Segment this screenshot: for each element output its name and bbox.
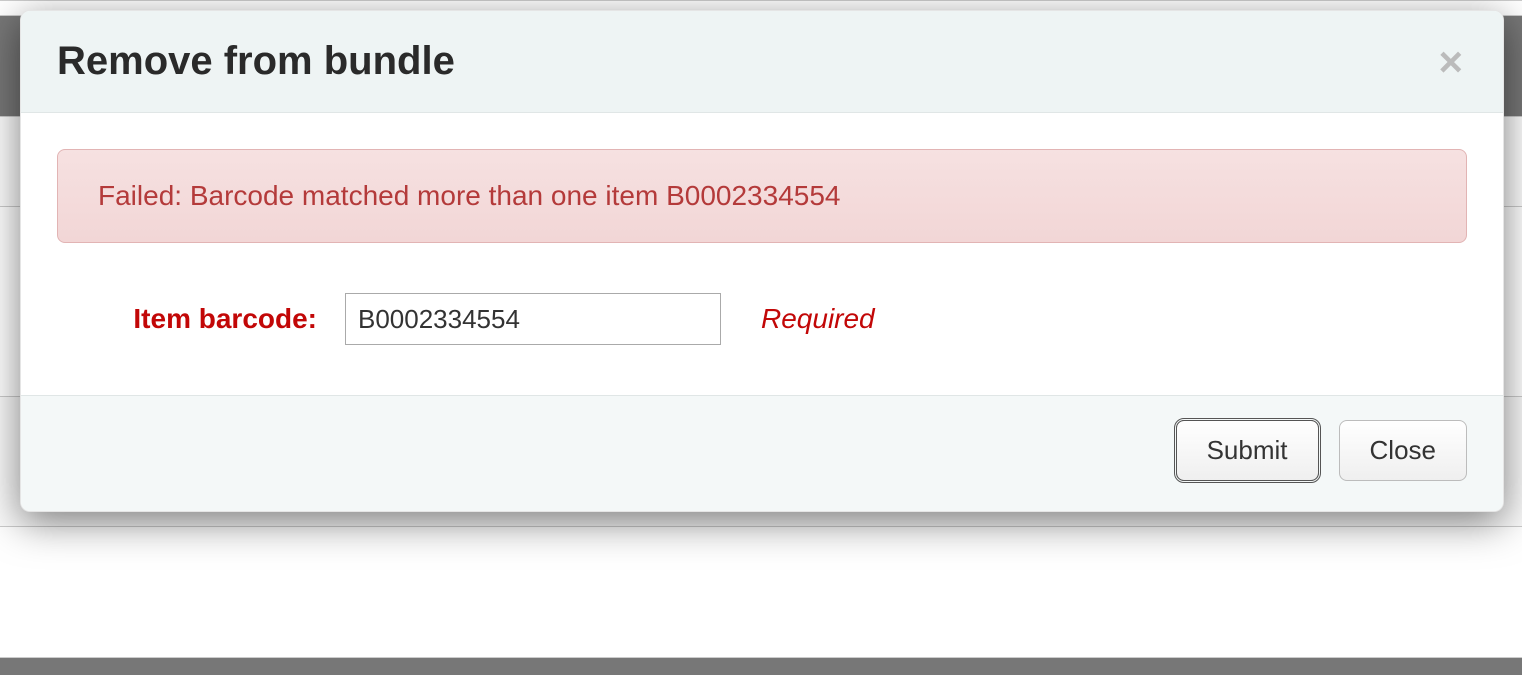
modal-footer: Submit Close [21,395,1503,511]
modal-header: Remove from bundle × [21,11,1503,113]
modal-body: Failed: Barcode matched more than one it… [21,113,1503,395]
submit-button[interactable]: Submit [1176,420,1319,481]
close-icon[interactable]: × [1434,41,1467,83]
barcode-label: Item barcode: [117,303,317,335]
barcode-input[interactable] [345,293,721,345]
close-button[interactable]: Close [1339,420,1467,481]
barcode-form-row: Item barcode: Required [57,293,1467,345]
error-alert: Failed: Barcode matched more than one it… [57,149,1467,243]
remove-from-bundle-modal: Remove from bundle × Failed: Barcode mat… [20,10,1504,512]
modal-title: Remove from bundle [57,39,455,84]
required-hint: Required [761,303,875,335]
